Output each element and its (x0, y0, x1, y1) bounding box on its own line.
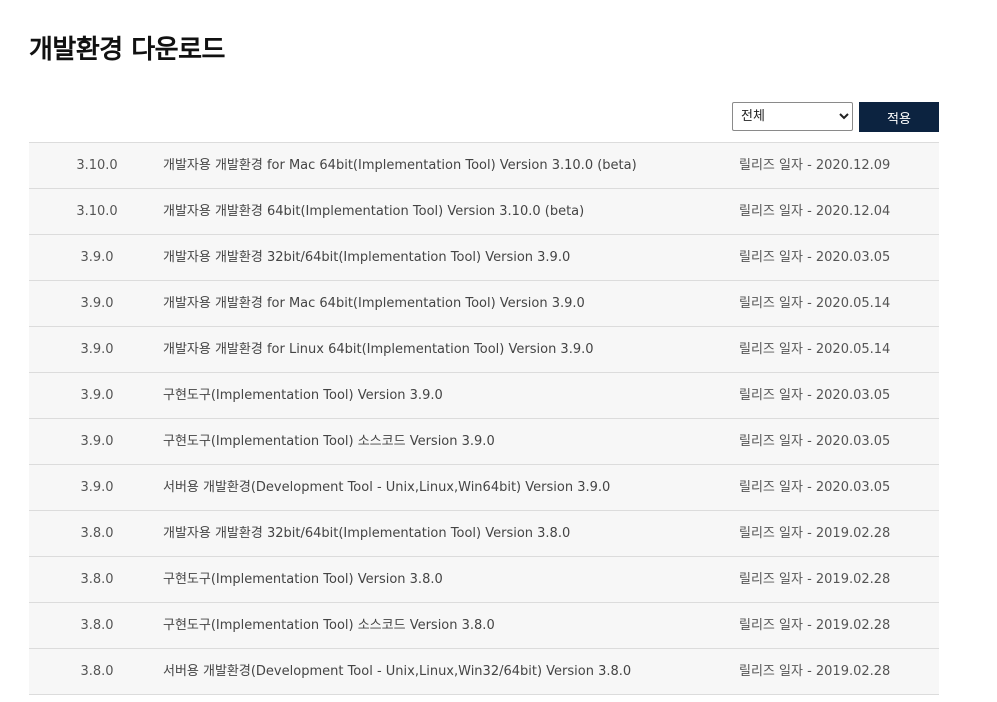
version-cell: 3.9.0 (80, 434, 114, 449)
release-date-cell: 릴리즈 일자 - 2020.03.05 (739, 434, 891, 449)
download-name-link[interactable]: 서버용 개발환경(Development Tool - Unix,Linux,W… (163, 649, 733, 694)
table-row[interactable]: 3.10.0 개발자용 개발환경 64bit(Implementation Too… (29, 189, 939, 235)
apply-button[interactable]: 적용 (859, 102, 939, 132)
version-cell: 3.9.0 (80, 388, 114, 403)
version-cell: 3.10.0 (76, 158, 118, 173)
download-name-link[interactable]: 구현도구(Implementation Tool) Version 3.8.0 (163, 557, 733, 602)
table-row[interactable]: 3.8.0 구현도구(Implementation Tool) 소스코드 Vers… (29, 603, 939, 649)
version-cell: 3.8.0 (80, 664, 114, 679)
table-row[interactable]: 3.8.0 개발자용 개발환경 32bit/64bit(Implementatio… (29, 511, 939, 557)
version-cell: 3.10.0 (76, 204, 118, 219)
version-cell: 3.8.0 (80, 526, 114, 541)
release-date-cell: 릴리즈 일자 - 2019.02.28 (739, 664, 891, 679)
table-row[interactable]: 3.9.0 구현도구(Implementation Tool) 소스코드 Vers… (29, 419, 939, 465)
table-row[interactable]: 3.8.0 서버용 개발환경(Development Tool - Unix,Li… (29, 649, 939, 695)
download-name-link[interactable]: 구현도구(Implementation Tool) 소스코드 Version 3… (163, 419, 733, 464)
version-cell: 3.9.0 (80, 480, 114, 495)
download-name-link[interactable]: 개발자용 개발환경 for Mac 64bit(Implementation T… (163, 281, 733, 326)
release-date-cell: 릴리즈 일자 - 2020.03.05 (739, 250, 891, 265)
release-date-cell: 릴리즈 일자 - 2020.12.04 (739, 204, 891, 219)
version-cell: 3.8.0 (80, 572, 114, 587)
page-title: 개발환경 다운로드 (29, 35, 225, 65)
download-name-link[interactable]: 서버용 개발환경(Development Tool - Unix,Linux,W… (163, 465, 733, 510)
download-name-link[interactable]: 구현도구(Implementation Tool) Version 3.9.0 (163, 373, 733, 418)
table-row[interactable]: 3.9.0 개발자용 개발환경 32bit/64bit(Implementatio… (29, 235, 939, 281)
download-name-link[interactable]: 개발자용 개발환경 for Linux 64bit(Implementation… (163, 327, 733, 372)
download-name-link[interactable]: 개발자용 개발환경 32bit/64bit(Implementation Too… (163, 235, 733, 280)
table-row[interactable]: 3.8.0 구현도구(Implementation Tool) Version 3… (29, 557, 939, 603)
release-date-cell: 릴리즈 일자 - 2020.05.14 (739, 296, 891, 311)
table-row[interactable]: 3.10.0 개발자용 개발환경 for Mac 64bit(Implementa… (29, 143, 939, 189)
table-row[interactable]: 3.9.0 서버용 개발환경(Development Tool - Unix,Li… (29, 465, 939, 511)
release-date-cell: 릴리즈 일자 - 2020.03.05 (739, 480, 891, 495)
release-date-cell: 릴리즈 일자 - 2020.12.09 (739, 158, 891, 173)
version-cell: 3.9.0 (80, 342, 114, 357)
release-date-cell: 릴리즈 일자 - 2019.02.28 (739, 526, 891, 541)
release-date-cell: 릴리즈 일자 - 2019.02.28 (739, 572, 891, 587)
version-filter-select[interactable]: 전체 (732, 102, 853, 131)
version-cell: 3.9.0 (80, 250, 114, 265)
release-date-cell: 릴리즈 일자 - 2020.05.14 (739, 342, 891, 357)
table-row[interactable]: 3.9.0 구현도구(Implementation Tool) Version 3… (29, 373, 939, 419)
filter-bar: 전체 적용 (732, 102, 939, 132)
download-name-link[interactable]: 개발자용 개발환경 32bit/64bit(Implementation Too… (163, 511, 733, 556)
release-date-cell: 릴리즈 일자 - 2019.02.28 (739, 618, 891, 633)
table-row[interactable]: 3.9.0 개발자용 개발환경 for Mac 64bit(Implementat… (29, 281, 939, 327)
release-date-cell: 릴리즈 일자 - 2020.03.05 (739, 388, 891, 403)
table-row[interactable]: 3.9.0 개발자용 개발환경 for Linux 64bit(Implement… (29, 327, 939, 373)
download-table: 3.10.0 개발자용 개발환경 for Mac 64bit(Implementa… (29, 142, 939, 695)
page: 개발환경 다운로드 전체 적용 3.10.0 개발자용 개발환경 for Mac … (0, 0, 997, 702)
download-name-link[interactable]: 구현도구(Implementation Tool) 소스코드 Version 3… (163, 603, 733, 648)
version-cell: 3.8.0 (80, 618, 114, 633)
version-cell: 3.9.0 (80, 296, 114, 311)
download-name-link[interactable]: 개발자용 개발환경 64bit(Implementation Tool) Ver… (163, 189, 733, 234)
download-name-link[interactable]: 개발자용 개발환경 for Mac 64bit(Implementation T… (163, 143, 733, 188)
